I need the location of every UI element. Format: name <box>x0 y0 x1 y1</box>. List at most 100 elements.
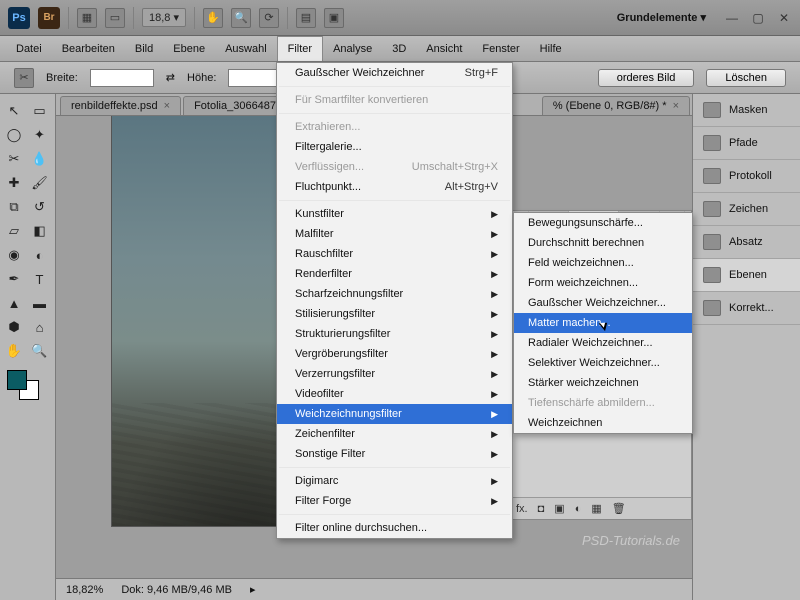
doc-tab-2[interactable]: Fotolia_3066487 <box>183 96 287 115</box>
zoom-tool2-icon[interactable]: 🔍 <box>29 340 51 362</box>
screen-mode-icon[interactable]: ▣ <box>324 8 344 28</box>
menu-3d[interactable]: 3D <box>382 36 416 61</box>
type-tool-icon[interactable]: T <box>29 268 51 290</box>
heal-tool-icon[interactable]: ✚ <box>3 172 25 194</box>
filter-cat-8[interactable]: Verzerrungsfilter▶ <box>277 364 512 384</box>
workspace-switcher[interactable]: Grundelemente ▾ <box>609 8 714 27</box>
eyedrop-tool-icon[interactable]: 💧 <box>29 148 51 170</box>
blur-shape[interactable]: Form weichzeichnen... <box>514 273 692 293</box>
move-tool-icon[interactable]: ↖ <box>3 100 25 122</box>
panel-ebenen[interactable]: Ebenen <box>693 259 800 292</box>
blur-basic[interactable]: Weichzeichnen <box>514 413 692 433</box>
close-tab-icon[interactable]: × <box>673 100 679 112</box>
blur-motion[interactable]: Bewegungsunschärfe... <box>514 213 692 233</box>
hand-tool-icon[interactable]: ✋ <box>3 340 25 362</box>
panel-masken[interactable]: Masken <box>693 94 800 127</box>
filter-gallery[interactable]: Filtergalerie... <box>277 137 512 157</box>
filter-last[interactable]: Gaußscher WeichzeichnerStrg+F <box>277 63 512 83</box>
panel-pfade[interactable]: Pfade <box>693 127 800 160</box>
minimize-icon[interactable]: — <box>724 11 740 25</box>
blur-average[interactable]: Durchschnitt berechnen <box>514 233 692 253</box>
marquee-tool-icon[interactable]: ▭ <box>29 100 51 122</box>
close-icon[interactable]: ✕ <box>776 11 792 25</box>
filter-cat-9[interactable]: Videofilter▶ <box>277 384 512 404</box>
filter-cat-11[interactable]: Zeichenfilter▶ <box>277 424 512 444</box>
filter-cat-4[interactable]: Scharfzeichnungsfilter▶ <box>277 284 512 304</box>
hand-tool-icon[interactable]: ✋ <box>203 8 223 28</box>
filter-cat-1[interactable]: Malfilter▶ <box>277 224 512 244</box>
brush-tool-icon[interactable]: 🖌 <box>29 172 51 194</box>
menu-auswahl[interactable]: Auswahl <box>215 36 277 61</box>
dodge-tool-icon[interactable]: ◐ <box>29 244 51 266</box>
chevron-right-icon[interactable]: ▸ <box>250 583 256 596</box>
menu-bearbeiten[interactable]: Bearbeiten <box>52 36 125 61</box>
fx-menu-icon[interactable]: fx. <box>516 503 528 515</box>
filter-cat-10[interactable]: Weichzeichnungsfilter▶ <box>277 404 512 424</box>
view-grid-icon[interactable]: ▦ <box>77 8 97 28</box>
stamp-tool-icon[interactable]: ⧉ <box>3 196 25 218</box>
menu-datei[interactable]: Datei <box>6 36 52 61</box>
panel-zeichen[interactable]: Zeichen <box>693 193 800 226</box>
zoom-level[interactable]: 18,8 ▾ <box>142 8 186 27</box>
3d-tool-icon[interactable]: ⬢ <box>3 316 25 338</box>
filter-cat-7[interactable]: Vergröberungsfilter▶ <box>277 344 512 364</box>
foreground-swatch[interactable] <box>7 370 27 390</box>
filter-cat-0[interactable]: Kunstfilter▶ <box>277 204 512 224</box>
gradient-tool-icon[interactable]: ◧ <box>29 220 51 242</box>
rotate-view-icon[interactable]: ⟳ <box>259 8 279 28</box>
3d-cam-icon[interactable]: ⌂ <box>29 316 51 338</box>
bridge-logo-icon[interactable]: Br <box>38 7 60 29</box>
swap-dims-icon[interactable]: ⇄ <box>166 71 175 84</box>
arrange-icon[interactable]: ▤ <box>296 8 316 28</box>
path-select-icon[interactable]: ▲ <box>3 292 25 314</box>
filter-cat-2[interactable]: Rauschfilter▶ <box>277 244 512 264</box>
blur-tool-icon[interactable]: ◉ <box>3 244 25 266</box>
filter-online[interactable]: Filter online durchsuchen... <box>277 518 512 538</box>
filter-digimarc[interactable]: Digimarc▶ <box>277 471 512 491</box>
doc-tab-1[interactable]: renbildeffekte.psd× <box>60 96 181 115</box>
panel-korrekturen[interactable]: Korrekt... <box>693 292 800 325</box>
front-image-button[interactable]: orderes Bild <box>598 69 695 87</box>
blur-radial[interactable]: Radialer Weichzeichner... <box>514 333 692 353</box>
filter-cat-5[interactable]: Stilisierungsfilter▶ <box>277 304 512 324</box>
blur-box[interactable]: Feld weichzeichnen... <box>514 253 692 273</box>
clear-button[interactable]: Löschen <box>706 69 786 87</box>
filter-cat-6[interactable]: Strukturierungsfilter▶ <box>277 324 512 344</box>
filter-vanishing[interactable]: Fluchtpunkt...Alt+Strg+V <box>277 177 512 197</box>
shape-tool-icon[interactable]: ▬ <box>29 292 51 314</box>
blur-surface[interactable]: Matter machen... <box>514 313 692 333</box>
crop-tool-icon[interactable]: ✂ <box>3 148 25 170</box>
wand-tool-icon[interactable]: ✦ <box>29 124 51 146</box>
status-zoom[interactable]: 18,82% <box>66 584 103 596</box>
new-layer-icon[interactable]: ▦ <box>591 502 601 515</box>
blur-gaussian[interactable]: Gaußscher Weichzeichner... <box>514 293 692 313</box>
menu-hilfe[interactable]: Hilfe <box>530 36 572 61</box>
menu-bild[interactable]: Bild <box>125 36 163 61</box>
filter-cat-12[interactable]: Sonstige Filter▶ <box>277 444 512 464</box>
menu-filter[interactable]: Filter <box>277 36 323 61</box>
maximize-icon[interactable]: ▢ <box>750 11 766 25</box>
mask-add-icon[interactable]: ◘ <box>538 503 545 515</box>
menu-analyse[interactable]: Analyse <box>323 36 382 61</box>
menu-ebene[interactable]: Ebene <box>163 36 215 61</box>
close-tab-icon[interactable]: × <box>164 100 170 112</box>
doc-tab-3[interactable]: % (Ebene 0, RGB/8#) *× <box>542 96 690 115</box>
pen-tool-icon[interactable]: ✒ <box>3 268 25 290</box>
crop-tool-indicator-icon[interactable]: ✂ <box>14 68 34 88</box>
panel-absatz[interactable]: Absatz <box>693 226 800 259</box>
menu-fenster[interactable]: Fenster <box>472 36 529 61</box>
blur-smart[interactable]: Selektiver Weichzeichner... <box>514 353 692 373</box>
lasso-tool-icon[interactable]: ◯ <box>3 124 25 146</box>
eraser-tool-icon[interactable]: ▱ <box>3 220 25 242</box>
new-group-icon[interactable]: ▣ <box>554 502 564 515</box>
filter-cat-3[interactable]: Renderfilter▶ <box>277 264 512 284</box>
menu-ansicht[interactable]: Ansicht <box>416 36 472 61</box>
filter-forge[interactable]: Filter Forge▶ <box>277 491 512 511</box>
adjustment-layer-icon[interactable]: ◐ <box>575 503 582 515</box>
zoom-tool-icon[interactable]: 🔍 <box>231 8 251 28</box>
color-swatches[interactable] <box>3 368 52 402</box>
status-doc-size[interactable]: Dok: 9,46 MB/9,46 MB <box>121 584 232 596</box>
trash-icon[interactable]: 🗑 <box>612 502 626 515</box>
blur-more[interactable]: Stärker weichzeichnen <box>514 373 692 393</box>
view-extras-icon[interactable]: ▭ <box>105 8 125 28</box>
